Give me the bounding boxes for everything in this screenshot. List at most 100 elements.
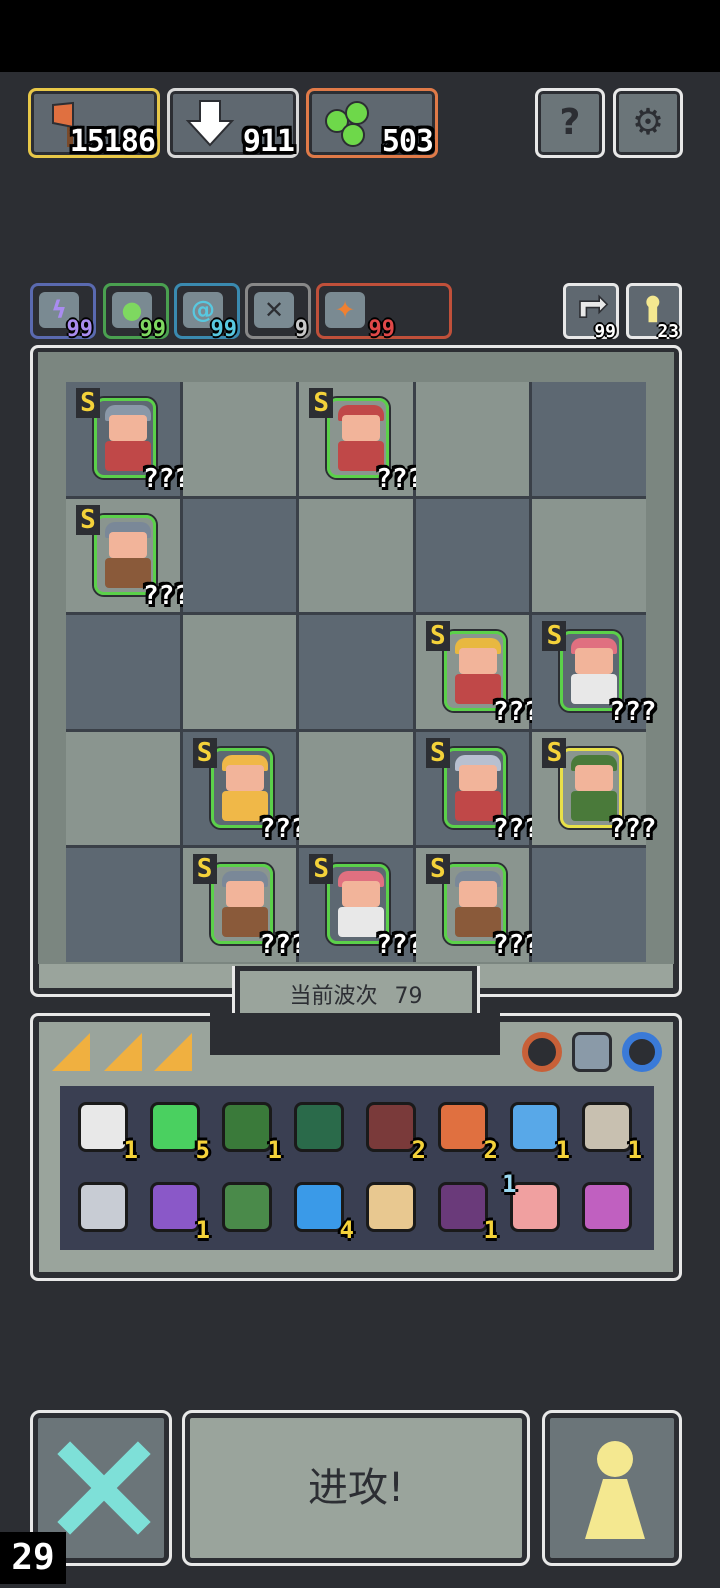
board-cell[interactable] xyxy=(532,848,646,962)
rank-badge: S xyxy=(76,504,100,535)
board-cell[interactable]: S??? xyxy=(182,731,307,846)
hero-face xyxy=(109,531,147,558)
pawn-icon xyxy=(597,1441,633,1477)
hero-unit[interactable]: S??? xyxy=(542,621,656,727)
inventory-item[interactable]: 2 xyxy=(360,1096,426,1164)
question-icon: ? xyxy=(559,102,581,143)
inventory-item[interactable]: 2 xyxy=(432,1096,498,1164)
parchment-icon xyxy=(582,1102,632,1152)
inventory-item[interactable] xyxy=(72,1176,136,1240)
item-count: 1 xyxy=(123,1136,138,1164)
buff-fire[interactable]: ✦ 99 xyxy=(316,283,452,342)
rank-badge: S xyxy=(309,854,334,885)
hero-level: ??? xyxy=(609,697,657,728)
inventory-item[interactable]: 1 xyxy=(432,1176,498,1244)
inventory-item[interactable]: 1 xyxy=(216,1096,282,1164)
orb-icon xyxy=(294,1182,344,1232)
pawn-button[interactable] xyxy=(542,1410,682,1566)
board-cell[interactable]: S??? xyxy=(532,615,656,729)
hero-unit[interactable]: S??? xyxy=(192,737,307,844)
board-cell[interactable] xyxy=(182,498,297,613)
board-cell[interactable] xyxy=(299,498,413,613)
ring-icon[interactable] xyxy=(522,1032,562,1072)
keyhole-count: 23 xyxy=(657,321,679,342)
inventory-item[interactable] xyxy=(216,1176,280,1240)
keyhole-button[interactable]: 23 xyxy=(626,283,682,342)
board-cell[interactable] xyxy=(182,382,297,496)
down-arrow-icon xyxy=(185,100,235,147)
inventory-item[interactable]: 4 xyxy=(288,1176,354,1244)
attack-button[interactable]: 进攻! xyxy=(182,1410,530,1566)
item-count: 1 xyxy=(502,1170,517,1198)
board-cell[interactable] xyxy=(182,615,297,729)
board-cell[interactable]: S??? xyxy=(415,848,540,962)
demon-icon xyxy=(438,1182,488,1232)
rank-badge: S xyxy=(76,388,100,418)
hero-unit[interactable]: S??? xyxy=(425,854,540,960)
rank-badge: S xyxy=(542,621,567,652)
emerald-icon xyxy=(150,1102,200,1152)
buff-spiral[interactable]: @ 99 xyxy=(174,283,240,342)
hero-unit[interactable]: S??? xyxy=(192,854,307,960)
board-cell[interactable]: S??? xyxy=(532,731,656,846)
inventory-item[interactable]: 1 xyxy=(502,1170,568,1240)
refresh-button[interactable]: 99 xyxy=(563,283,619,342)
hero-face xyxy=(458,881,497,908)
inventory-item[interactable] xyxy=(360,1176,424,1240)
board-cell[interactable]: S??? xyxy=(182,848,307,962)
hero-unit[interactable]: S??? xyxy=(309,854,423,960)
hero-unit[interactable]: S??? xyxy=(425,737,540,844)
inventory-item[interactable] xyxy=(288,1096,352,1160)
hero-unit[interactable]: S??? xyxy=(309,388,423,494)
hero-face xyxy=(225,881,264,908)
inventory-item[interactable]: 1 xyxy=(72,1096,138,1164)
inventory-item[interactable]: 1 xyxy=(144,1176,210,1244)
hero-unit[interactable]: S??? xyxy=(542,737,656,844)
settings-button[interactable]: ⚙ xyxy=(613,88,683,158)
board-cell[interactable] xyxy=(532,382,646,496)
board-cell[interactable] xyxy=(415,382,530,496)
help-button[interactable]: ? xyxy=(535,88,605,158)
inventory-item[interactable] xyxy=(576,1176,640,1240)
hero-face xyxy=(458,648,497,675)
hero-unit[interactable]: S??? xyxy=(76,388,190,494)
buff-bird[interactable]: ✕ 9 xyxy=(245,283,311,342)
inventory-item[interactable]: 5 xyxy=(144,1096,210,1164)
board-cell[interactable] xyxy=(299,731,413,846)
buff-fire-value: 99 xyxy=(368,317,396,342)
board-cell[interactable]: S??? xyxy=(66,498,190,613)
board-cell[interactable] xyxy=(532,498,646,613)
blue-ring-icon[interactable] xyxy=(622,1032,662,1072)
bird-icon: ✕ xyxy=(254,292,294,328)
board-cell[interactable] xyxy=(415,498,530,613)
grape-icon xyxy=(325,101,369,147)
board-cell[interactable] xyxy=(66,848,180,962)
board-cell[interactable]: S??? xyxy=(415,731,540,846)
hero-unit[interactable]: S??? xyxy=(425,621,540,727)
board-cell[interactable]: S??? xyxy=(66,382,190,496)
cheese-icon[interactable] xyxy=(104,1033,144,1073)
board-cell[interactable] xyxy=(66,615,180,729)
buff-spiral-value: 99 xyxy=(210,317,238,342)
board-cell[interactable] xyxy=(66,731,180,846)
inventory-item[interactable]: 1 xyxy=(504,1096,570,1164)
inventory-item[interactable]: 1 xyxy=(576,1096,642,1164)
rank-badge: S xyxy=(192,854,217,885)
buff-lightning[interactable]: ϟ 99 xyxy=(30,283,96,342)
armor-icon[interactable] xyxy=(572,1032,612,1072)
rank-badge: S xyxy=(542,737,567,768)
rank-badge: S xyxy=(309,388,334,418)
board-cell[interactable]: S??? xyxy=(299,382,423,496)
fps-counter: 29 xyxy=(0,1532,66,1584)
stump-icon xyxy=(366,1102,416,1152)
buff-lightning-value: 99 xyxy=(66,317,94,342)
board-cell[interactable]: S??? xyxy=(299,848,423,962)
rank-badge: S xyxy=(425,854,450,885)
cheese-icon[interactable] xyxy=(154,1033,194,1073)
board-cell[interactable]: S??? xyxy=(415,615,540,729)
cheese-icon[interactable] xyxy=(52,1033,92,1073)
buff-grape[interactable]: ● 99 xyxy=(103,283,169,342)
board-cell[interactable] xyxy=(299,615,413,729)
hero-unit[interactable]: S??? xyxy=(76,504,190,611)
axe-count: 15186 xyxy=(69,124,156,159)
